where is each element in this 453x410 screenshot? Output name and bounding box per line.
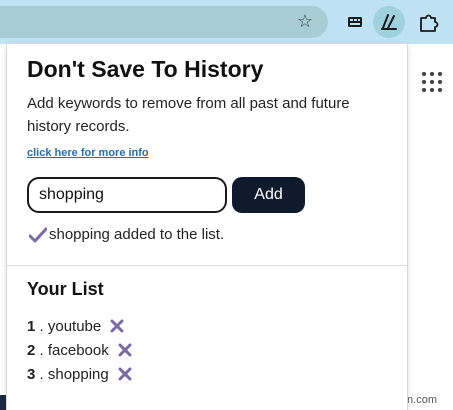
- check-icon: [29, 227, 47, 243]
- puzzle-icon[interactable]: [412, 6, 444, 38]
- star-icon[interactable]: ☆: [294, 11, 316, 33]
- close-icon[interactable]: [110, 319, 124, 333]
- close-icon[interactable]: [118, 343, 132, 357]
- add-button[interactable]: Add: [232, 177, 305, 213]
- no-history-extension-icon[interactable]: [373, 6, 405, 38]
- close-icon[interactable]: [118, 367, 132, 381]
- item-separator: .: [35, 366, 48, 383]
- keyword-input[interactable]: [27, 177, 227, 213]
- list-item: 1 . youtube: [27, 316, 124, 338]
- extensions-area: [333, 6, 453, 38]
- apps-grid-icon[interactable]: [422, 72, 442, 92]
- list-item: 3 . shopping: [27, 364, 132, 386]
- page-edge: [0, 395, 6, 410]
- item-separator: .: [35, 318, 48, 335]
- item-label: youtube: [47, 318, 102, 335]
- address-bar[interactable]: [0, 6, 328, 38]
- list-item: 2 . facebook: [27, 340, 132, 362]
- keyboard-extension-icon[interactable]: [339, 6, 371, 38]
- extension-popup: Don't Save To History Add keywords to re…: [7, 44, 407, 410]
- more-info-link[interactable]: click here for more info: [27, 147, 149, 159]
- item-separator: .: [35, 342, 48, 359]
- divider: [7, 265, 407, 266]
- popup-title: Don't Save To History: [27, 56, 264, 82]
- status-text: shopping added to the list.: [49, 226, 225, 243]
- popup-description: Add keywords to remove from all past and…: [27, 95, 350, 135]
- item-label: shopping: [47, 366, 109, 383]
- list-title: Your List: [27, 279, 104, 299]
- item-label: facebook: [47, 342, 109, 359]
- browser-toolbar: ☆: [0, 0, 453, 44]
